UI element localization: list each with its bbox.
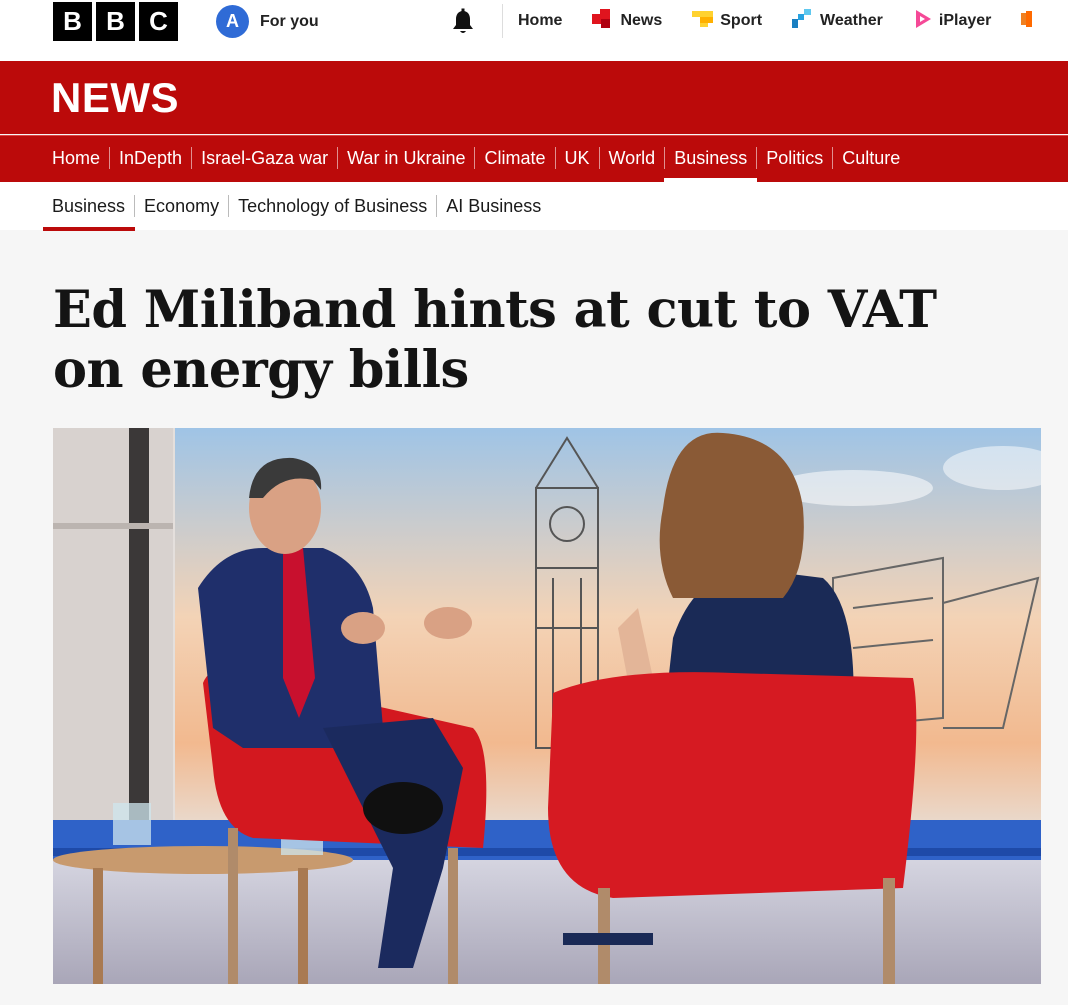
top-nav-weather[interactable]: Weather <box>792 8 883 34</box>
bell-icon[interactable] <box>450 8 476 36</box>
masthead: B B C A For you Home News Sport Weather … <box>0 0 1068 61</box>
nav-divider <box>598 147 600 169</box>
section-nav-war-in-ukraine[interactable]: War in Ukraine <box>347 148 465 169</box>
nav-divider <box>474 147 476 169</box>
top-nav-overflow[interactable] <box>1021 9 1041 34</box>
nav-divider <box>109 147 111 169</box>
nav-divider <box>554 147 556 169</box>
section-nav-indepth[interactable]: InDepth <box>119 148 182 169</box>
sub-nav-ai-business[interactable]: AI Business <box>446 196 541 217</box>
sub-nav-business[interactable]: Business <box>42 196 136 231</box>
bbc-logo[interactable]: B B C <box>53 2 178 41</box>
sport-icon <box>692 9 714 34</box>
weather-icon <box>792 8 814 34</box>
section-nav-uk[interactable]: UK <box>565 148 590 169</box>
sub-nav-economy[interactable]: Economy <box>144 196 219 217</box>
nav-divider <box>664 147 666 169</box>
nav-divider <box>134 195 136 217</box>
nav-divider <box>191 147 193 169</box>
logo-letter: C <box>139 2 178 41</box>
top-nav-label: Sport <box>720 12 763 29</box>
top-nav-label: Weather <box>820 12 883 29</box>
nav-divider <box>436 195 438 217</box>
top-nav-label: iPlayer <box>938 12 992 29</box>
section-nav: Home InDepth Israel-Gaza war War in Ukra… <box>0 135 1068 182</box>
sounds-icon <box>1021 9 1035 34</box>
logo-letter: B <box>53 2 92 41</box>
logo-letter: B <box>96 2 135 41</box>
section-nav-home[interactable]: Home <box>52 148 100 169</box>
nav-divider <box>228 195 230 217</box>
article-headline: Ed Miliband hints at cut to VAT on energ… <box>53 280 937 400</box>
news-icon <box>592 8 614 34</box>
nav-divider <box>756 147 758 169</box>
account-avatar[interactable]: A <box>216 5 249 38</box>
iplayer-icon <box>913 9 933 34</box>
section-nav-israel-gaza-war[interactable]: Israel-Gaza war <box>201 148 328 169</box>
divider <box>502 4 503 38</box>
section-nav-world[interactable]: World <box>609 148 656 169</box>
news-banner: NEWS <box>0 61 1068 134</box>
section-nav-business[interactable]: Business <box>664 148 758 182</box>
for-you-button[interactable]: A For you <box>216 5 319 38</box>
hero-image <box>53 428 1041 984</box>
nav-divider <box>337 147 339 169</box>
nav-divider <box>832 147 834 169</box>
top-nav-sport[interactable]: Sport <box>692 9 762 34</box>
section-nav-culture[interactable]: Culture <box>842 148 900 169</box>
for-you-label: For you <box>260 12 319 30</box>
top-nav-label: Home <box>518 12 563 29</box>
top-nav: Home News Sport Weather iPlayer <box>518 0 1068 42</box>
top-nav-news[interactable]: News <box>592 8 663 34</box>
top-nav-label: News <box>620 12 663 29</box>
sub-nav-technology-of-business[interactable]: Technology of Business <box>238 196 427 217</box>
top-nav-home[interactable]: Home <box>518 12 562 30</box>
news-wordmark[interactable]: NEWS <box>51 74 179 122</box>
sub-nav: Business Economy Technology of Business … <box>0 182 1068 231</box>
section-nav-politics[interactable]: Politics <box>766 148 823 169</box>
top-nav-iplayer[interactable]: iPlayer <box>913 9 991 34</box>
section-nav-climate[interactable]: Climate <box>484 148 545 169</box>
